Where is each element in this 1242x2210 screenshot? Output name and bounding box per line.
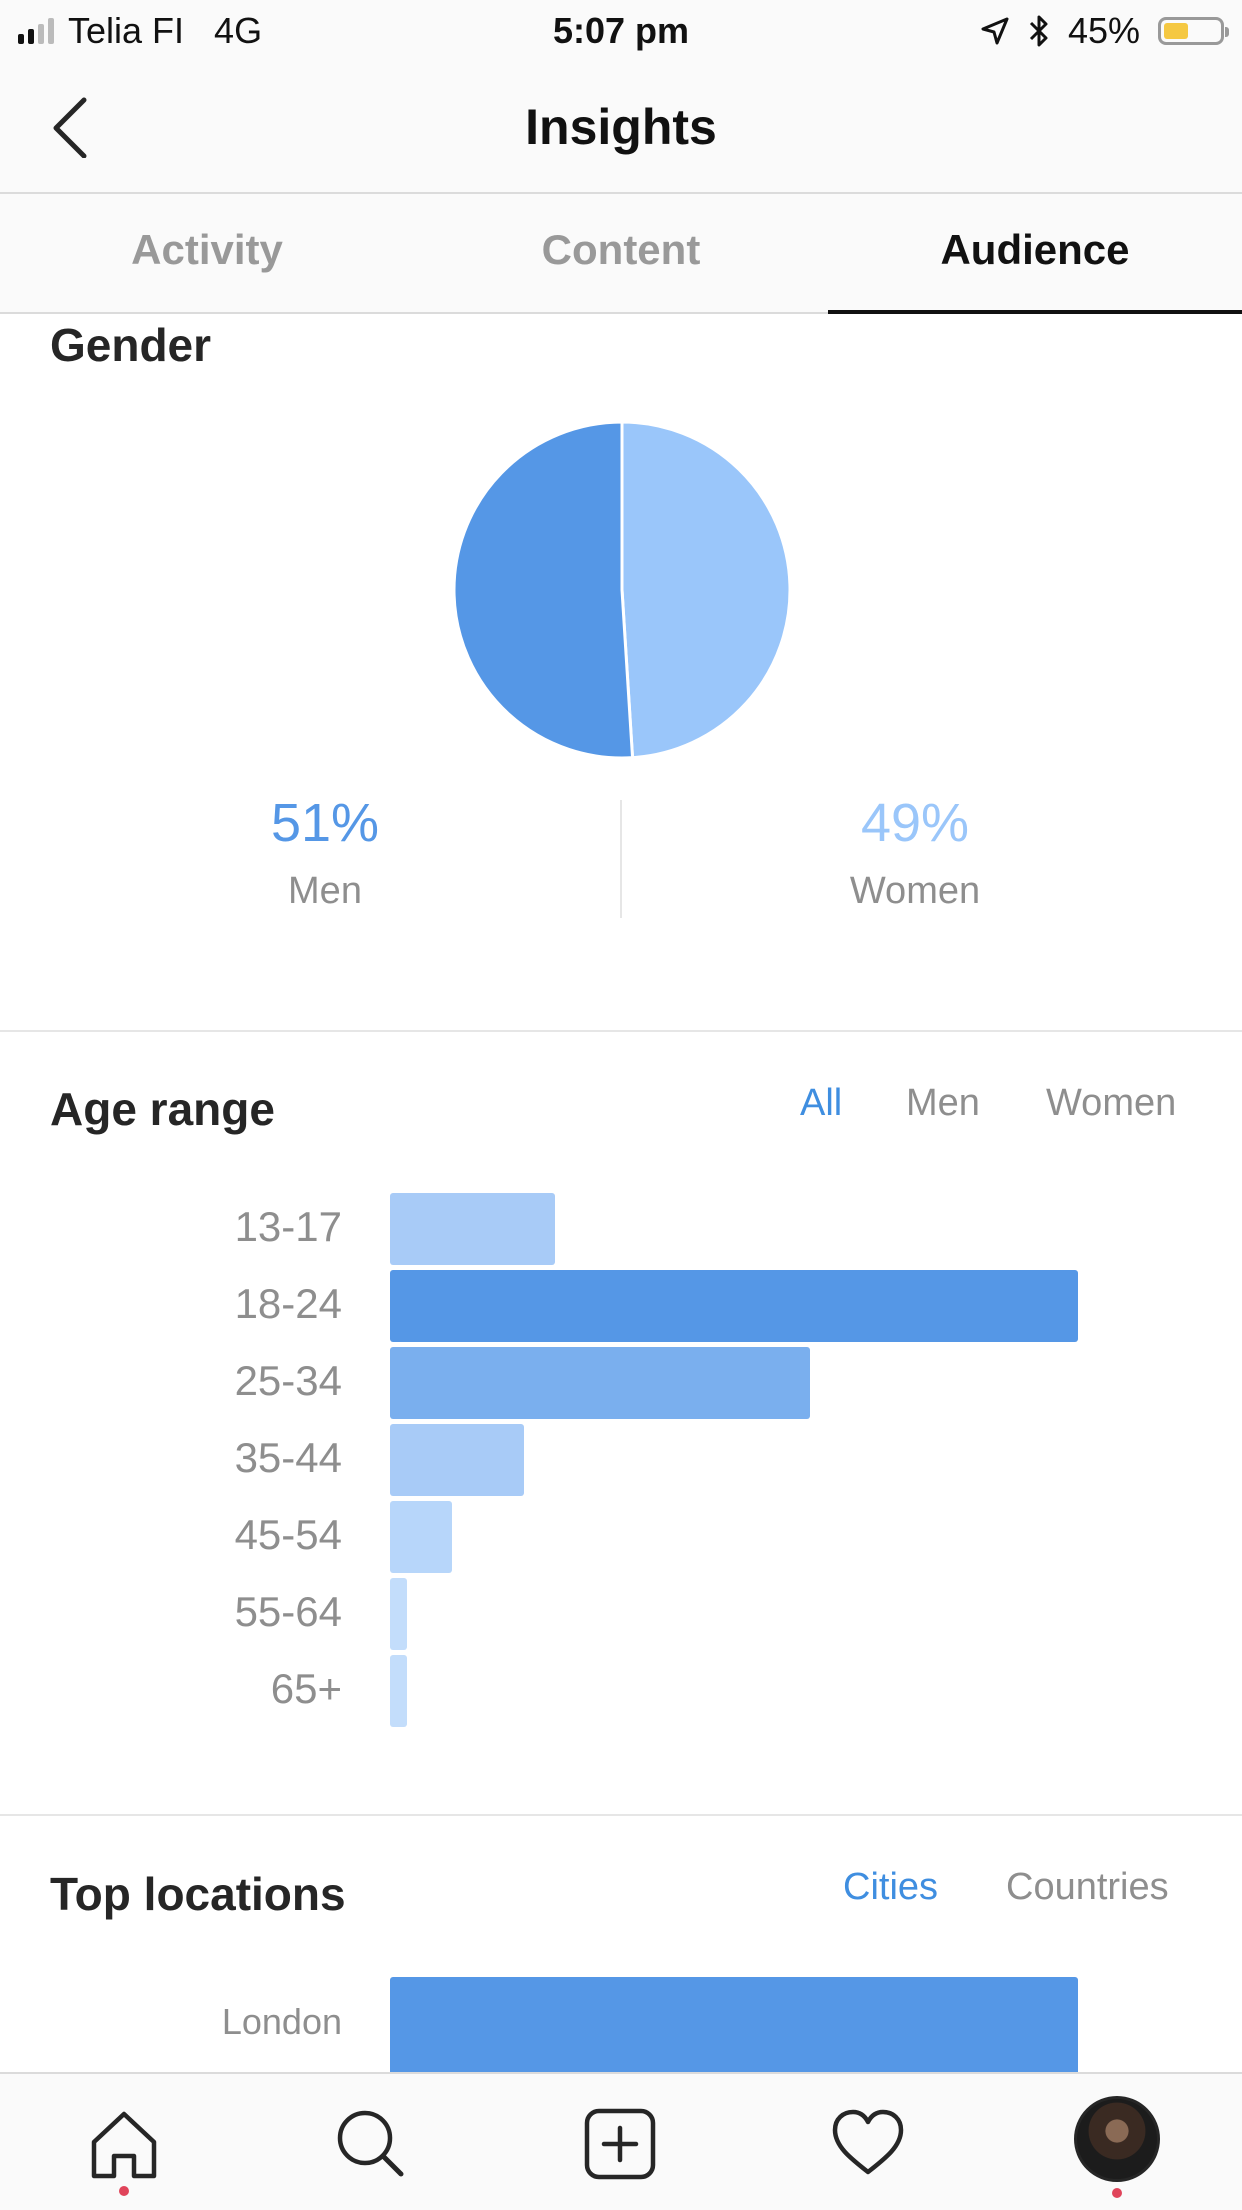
age-label-55-64: 55-64	[234, 1588, 342, 1635]
location-arrow-icon	[981, 17, 1009, 45]
women-label: Women	[849, 870, 981, 912]
navigation-bar: Insights	[0, 64, 1242, 194]
search-icon[interactable]	[333, 2106, 409, 2182]
age-bar-45-54	[390, 1501, 452, 1573]
battery-percent: 45%	[1067, 10, 1140, 51]
battery-icon	[1158, 17, 1229, 45]
age-label-35-44: 35-44	[234, 1434, 342, 1481]
age-label-13-17: 13-17	[234, 1203, 342, 1250]
men-pie-slice	[452, 420, 635, 760]
gender-pie-chart	[452, 420, 792, 760]
men-percentage: 51%	[270, 793, 380, 853]
tab-audience[interactable]: Audience	[828, 194, 1242, 314]
age-range-title: Age range	[50, 1083, 275, 1135]
women-pie-slice	[620, 420, 792, 760]
tab-activity[interactable]: Activity	[0, 194, 414, 312]
age-label-45-54: 45-54	[234, 1511, 342, 1558]
gender-title: Gender	[50, 319, 212, 371]
age-filter-women[interactable]: Women	[1046, 1082, 1176, 1125]
bottom-tab-bar	[0, 2072, 1242, 2210]
age-label-18-24: 18-24	[234, 1280, 342, 1327]
section-divider	[0, 1814, 1242, 1816]
age-bar-18-24	[390, 1270, 1078, 1342]
insights-tabs: Activity Content Audience	[0, 194, 1242, 314]
age-filter-all[interactable]: All	[800, 1082, 842, 1125]
men-label: Men	[288, 870, 362, 912]
profile-avatar[interactable]	[1074, 2096, 1160, 2182]
profile-notification-dot	[1112, 2188, 1122, 2198]
home-icon[interactable]	[86, 2106, 162, 2182]
add-post-icon[interactable]	[582, 2106, 658, 2182]
section-divider	[0, 1030, 1242, 1032]
age-label-65plus: 65+	[270, 1665, 342, 1712]
locations-filter-cities[interactable]: Cities	[843, 1866, 938, 1909]
age-bar-13-17	[390, 1193, 556, 1265]
bluetooth-icon	[1029, 15, 1048, 47]
age-label-25-34: 25-34	[234, 1357, 342, 1404]
age-bar-55-64	[390, 1578, 408, 1650]
battery-level	[1164, 23, 1189, 39]
age-bar-25-34	[390, 1347, 810, 1419]
age-bar-35-44	[390, 1424, 525, 1496]
status-bar: Telia FI 4G 5:07 pm 45%	[0, 0, 1242, 64]
gender-separator	[620, 800, 622, 918]
women-percentage: 49%	[860, 793, 970, 853]
page-title: Insights	[525, 99, 717, 155]
heart-icon[interactable]	[830, 2106, 906, 2182]
locations-filter-countries[interactable]: Countries	[1006, 1866, 1169, 1909]
tab-content[interactable]: Content	[414, 194, 828, 312]
age-bar-65plus	[390, 1655, 408, 1727]
age-filter-men[interactable]: Men	[906, 1082, 980, 1125]
location-bar	[390, 1977, 1078, 2087]
top-locations-title: Top locations	[50, 1868, 346, 1920]
location-label: London	[221, 2001, 342, 2042]
home-notification-dot	[119, 2186, 129, 2196]
